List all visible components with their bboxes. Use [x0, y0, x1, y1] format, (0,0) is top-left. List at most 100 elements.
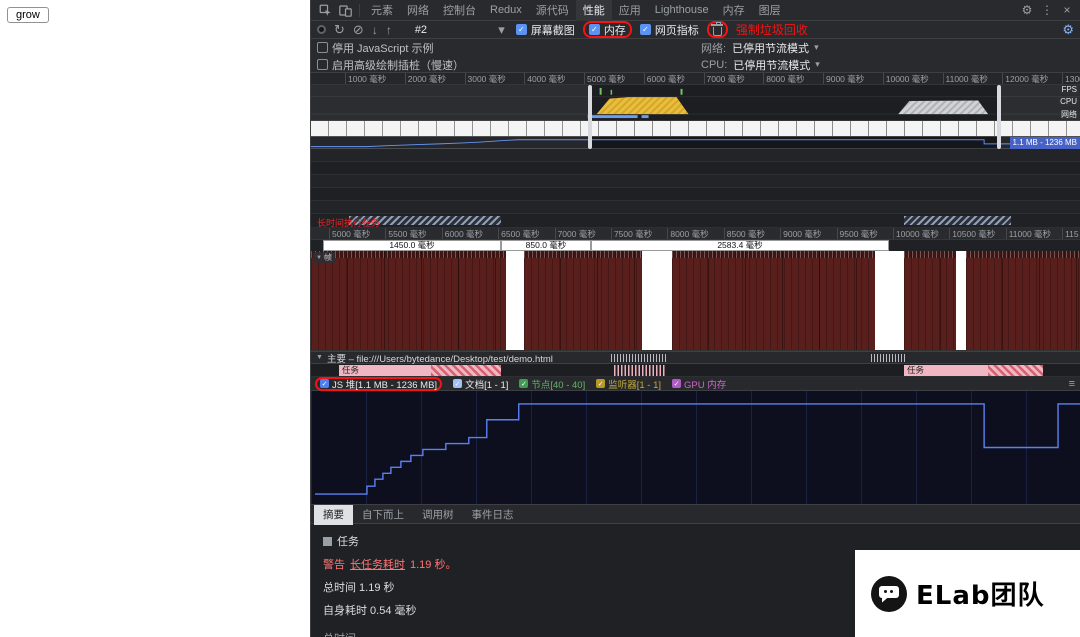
- expander-icon[interactable]: ▼: [316, 354, 323, 361]
- long-task-link[interactable]: 长任务耗时: [350, 556, 405, 572]
- task-color-swatch: [323, 536, 332, 546]
- nodes-legend-checkbox[interactable]: ✓ 节点[40 - 40]: [519, 377, 585, 391]
- chevron-down-icon: ▾: [498, 22, 505, 37]
- expander-icon[interactable]: ▼: [316, 255, 322, 261]
- task-bar[interactable]: 任务: [904, 365, 1043, 376]
- screenshots-checkbox[interactable]: ✓ 屏幕截图: [515, 22, 575, 38]
- overview-heap-strip: 1.1 MB - 1236 MB: [311, 137, 1080, 149]
- check-icon: ✓: [673, 380, 680, 388]
- tab-application[interactable]: 应用: [612, 0, 648, 21]
- selection-handle-left[interactable]: [588, 85, 592, 149]
- chevron-down-icon: ▾: [814, 42, 819, 52]
- task-bar[interactable]: 任务: [339, 365, 501, 376]
- long-task-track: 长时间执行任务: [311, 214, 1080, 228]
- frame-duration-bar[interactable]: 2583.4 毫秒: [591, 240, 889, 251]
- network-throttle-label: 网络:: [701, 42, 727, 55]
- cpu-throttle-select[interactable]: 已停用节流模式 ▾: [733, 57, 820, 73]
- network-lane-label: 网络: [1059, 110, 1079, 120]
- warning-text: 1.19 秒。: [410, 559, 457, 571]
- frame-duration-bar[interactable]: 1450.0 毫秒: [323, 240, 501, 251]
- gc-annotation-circle: [706, 21, 728, 38]
- chevron-down-icon: ▾: [815, 59, 820, 69]
- screenshot-root: { "page": { "grow": "grow" }, "watermark…: [0, 0, 1080, 637]
- gpu-memory-legend-checkbox[interactable]: ✓ GPU 内存: [672, 377, 726, 391]
- main-thread-header[interactable]: ▼ 主要 – file:///Users/bytedance/Desktop/t…: [311, 351, 1080, 365]
- tab-performance[interactable]: 性能: [575, 0, 612, 21]
- network-throttle-select[interactable]: 已停用节流模式 ▾: [732, 40, 819, 56]
- tab-redux[interactable]: Redux: [483, 1, 529, 19]
- tab-bottom-up[interactable]: 自下而上: [353, 504, 413, 525]
- tab-event-log[interactable]: 事件日志: [463, 504, 523, 525]
- track-row: [311, 149, 1080, 162]
- web-vitals-checkbox[interactable]: ✓ 网页指标: [639, 22, 699, 38]
- reload-and-record-icon[interactable]: ↻: [334, 23, 345, 36]
- dropped-frame-block[interactable]: [904, 251, 956, 350]
- overview-lanes: FPS CPU 网络: [311, 85, 1080, 121]
- dropped-frame-block[interactable]: [966, 251, 1080, 350]
- selection-handle-right[interactable]: [997, 85, 1001, 149]
- close-devtools-icon[interactable]: ×: [1058, 4, 1076, 16]
- tab-lighthouse[interactable]: Lighthouse: [648, 1, 716, 19]
- settings-gear-icon[interactable]: ⚙: [1018, 4, 1036, 16]
- load-profile-icon[interactable]: ↑: [386, 24, 392, 36]
- dropped-frame-block[interactable]: [672, 251, 875, 350]
- dropped-frame-block[interactable]: [524, 251, 642, 350]
- save-profile-icon[interactable]: ↓: [372, 24, 378, 36]
- check-icon: ✓: [454, 380, 461, 388]
- check-icon: ✓: [321, 380, 328, 388]
- jsheap-legend-checkbox[interactable]: ✓ JS 堆[1.1 MB - 1236 MB]: [320, 377, 437, 391]
- tab-network[interactable]: 网络: [400, 0, 436, 21]
- frames-track: 1450.0 毫秒 850.0 毫秒 2583.4 毫秒: [311, 240, 1080, 251]
- heap-range-chip: 1.1 MB - 1236 MB: [1009, 137, 1080, 149]
- listeners-legend-checkbox[interactable]: ✓ 监听器[1 - 1]: [596, 377, 661, 391]
- track-row: [311, 162, 1080, 175]
- tab-sources[interactable]: 源代码: [529, 0, 576, 21]
- memory-counter-graph[interactable]: [311, 391, 1080, 505]
- documents-legend-checkbox[interactable]: ✓ 文档[1 - 1]: [453, 377, 508, 391]
- advanced-paint-checkbox[interactable]: 启用高级绘制插桩（慢速）: [317, 56, 1080, 73]
- jsheap-annotation-circle: ✓ JS 堆[1.1 MB - 1236 MB]: [315, 376, 443, 391]
- record-icon[interactable]: [317, 25, 326, 34]
- grow-button[interactable]: grow: [7, 7, 49, 23]
- frame-duration-bar[interactable]: 850.0 毫秒: [501, 240, 591, 251]
- dropped-frame-block[interactable]: [311, 251, 506, 350]
- demo-page: grow: [0, 0, 310, 637]
- tab-summary[interactable]: 摘要: [314, 503, 353, 525]
- longtask-annotation-text: 长时间执行任务: [317, 218, 381, 228]
- capture-settings-gear-icon[interactable]: ⚙: [1062, 23, 1074, 36]
- overview-ruler: 1000 毫秒 2000 毫秒 3000 毫秒 4000 毫秒 5000 毫秒 600…: [311, 73, 1080, 85]
- collect-garbage-icon[interactable]: [711, 22, 724, 36]
- summary-task-title: 任务: [337, 536, 359, 548]
- activity-ticks: [871, 354, 907, 362]
- tab-elements[interactable]: 元素: [364, 0, 400, 21]
- watermark: ELab团队: [855, 550, 1080, 637]
- track-row: [311, 175, 1080, 188]
- capture-settings-pane: 停用 JavaScript 示例 启用高级绘制插桩（慢速） 网络: 已停用节流模…: [311, 39, 1080, 73]
- screenshot-filmstrip[interactable]: [311, 121, 1080, 137]
- tab-call-tree[interactable]: 调用树: [413, 504, 463, 525]
- clear-recording-icon[interactable]: ⊘: [353, 23, 364, 36]
- memory-label: 内存: [603, 24, 626, 37]
- screenshots-label: 屏幕截图: [530, 24, 575, 37]
- flamechart-ruler: 5000 毫秒 5500 毫秒 6000 毫秒 6500 毫秒 7000 毫秒 750…: [311, 228, 1080, 240]
- overflow-menu-icon[interactable]: ≡: [1069, 378, 1075, 390]
- longtask-hatch-bar[interactable]: [904, 216, 1011, 225]
- track-row: [311, 188, 1080, 201]
- gc-annotation-text: 强制垃圾回收: [735, 23, 808, 37]
- check-icon: ✓: [590, 25, 598, 34]
- disable-js-samples-label: 停用 JavaScript 示例: [332, 42, 434, 55]
- inspect-icon[interactable]: [315, 4, 335, 17]
- track-row: [311, 201, 1080, 214]
- device-toolbar-icon[interactable]: [335, 4, 355, 17]
- history-select[interactable]: #2 ▾: [412, 23, 508, 36]
- task-track: 任务 任务: [311, 364, 1080, 377]
- more-options-icon[interactable]: ⋮: [1038, 4, 1056, 16]
- dropped-frames-area[interactable]: ▼ 帧: [311, 251, 1080, 351]
- timeline-overview[interactable]: 1000 毫秒 2000 毫秒 3000 毫秒 4000 毫秒 5000 毫秒 600…: [311, 73, 1080, 149]
- tab-layers[interactable]: 图层: [752, 0, 788, 21]
- devtools-tabbar: 元素 网络 控制台 Redux 源代码 性能 应用 Lighthouse 内存 …: [311, 0, 1080, 21]
- tab-console[interactable]: 控制台: [436, 0, 483, 21]
- memory-checkbox[interactable]: ✓ 内存: [588, 22, 626, 38]
- disable-js-samples-checkbox[interactable]: 停用 JavaScript 示例: [317, 39, 1080, 56]
- tab-memory[interactable]: 内存: [716, 0, 752, 21]
